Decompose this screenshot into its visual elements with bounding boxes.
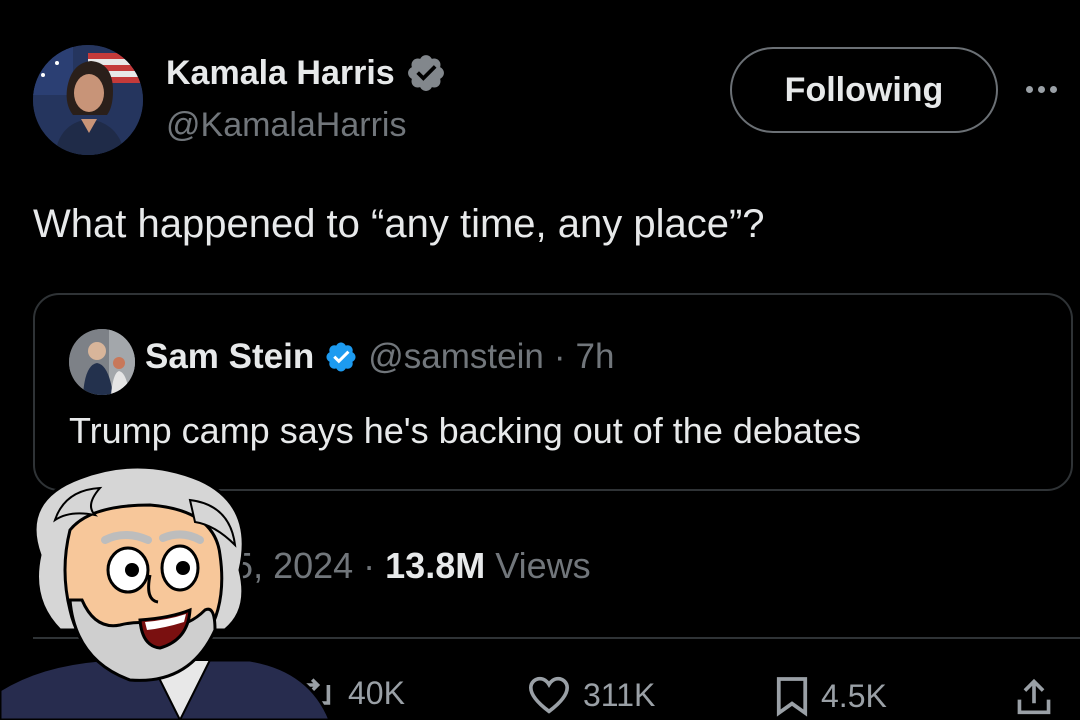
retweet-count: 40K xyxy=(348,675,405,711)
quoted-tweet-text: Trump camp says he's backing out of the … xyxy=(69,410,861,451)
bookmark-icon xyxy=(776,677,808,717)
author-name-row[interactable]: Kamala Harris xyxy=(166,52,447,94)
bookmark-button[interactable]: 4.5K xyxy=(775,675,887,717)
like-count: 311K xyxy=(583,676,656,713)
bookmark-count: 4.5K xyxy=(821,677,887,714)
tweet-text: What happened to “any time, any place”? xyxy=(33,202,765,246)
views-count: 13.8M xyxy=(385,545,486,586)
author-name[interactable]: Kamala Harris xyxy=(166,54,395,93)
quoted-author-avatar[interactable] xyxy=(69,329,135,395)
share-button[interactable] xyxy=(1014,675,1054,717)
quoted-timestamp[interactable]: 7h xyxy=(575,337,614,377)
following-button[interactable]: Following xyxy=(730,47,998,133)
share-icon xyxy=(1017,678,1051,715)
author-avatar-image xyxy=(33,45,143,155)
ellipsis-icon[interactable] xyxy=(1026,86,1057,93)
verified-gray-badge-icon xyxy=(407,55,444,91)
verified-blue-badge-icon xyxy=(326,342,356,372)
quoted-tweet-header: Sam Stein @samstein · 7h xyxy=(145,337,614,377)
quoted-author-handle[interactable]: @samstein xyxy=(368,337,544,377)
author-avatar[interactable] xyxy=(33,45,143,155)
heart-icon xyxy=(528,676,570,714)
meta-separator: · xyxy=(363,545,376,586)
like-button[interactable]: 311K xyxy=(527,675,655,715)
quoted-author-name[interactable]: Sam Stein xyxy=(145,337,314,377)
views-label: Views xyxy=(495,545,591,586)
cartoon-old-man-overlay xyxy=(0,465,332,720)
quoted-separator: · xyxy=(553,337,566,376)
author-handle[interactable]: @KamalaHarris xyxy=(166,106,406,145)
quoted-author-avatar-image xyxy=(69,329,135,395)
